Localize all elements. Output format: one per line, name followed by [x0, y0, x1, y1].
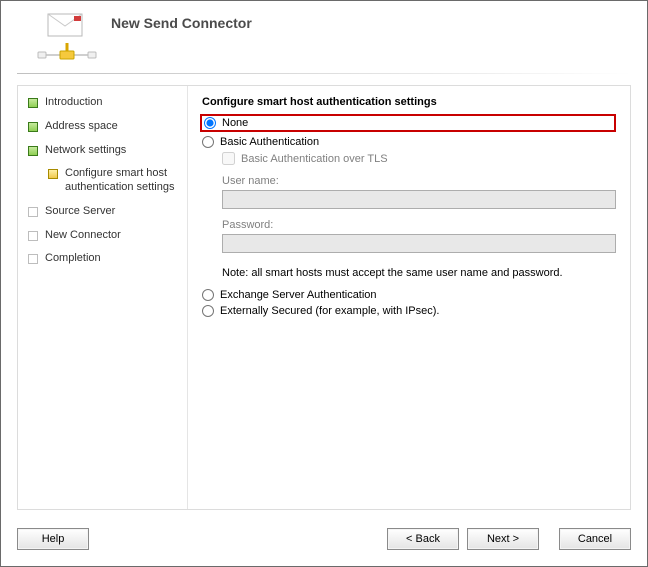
- step-smart-host-auth: Configure smart host authentication sett…: [48, 167, 179, 195]
- wizard-header: New Send Connector: [1, 1, 647, 57]
- step-label: Address space: [45, 120, 118, 134]
- step-status-icon: [28, 98, 38, 108]
- radio-exchange-input[interactable]: [202, 289, 214, 301]
- step-label: Source Server: [45, 205, 115, 219]
- checkbox-label: Basic Authentication over TLS: [241, 153, 388, 165]
- wizard-steps-sidebar: Introduction Address space Network setti…: [18, 86, 188, 509]
- network-node-icon: [32, 39, 102, 75]
- radio-label: None: [222, 117, 248, 129]
- step-address-space: Address space: [28, 120, 179, 134]
- step-label: Configure smart host authentication sett…: [65, 167, 179, 195]
- step-status-icon: [28, 254, 38, 264]
- wizard-title: New Send Connector: [111, 15, 631, 31]
- radio-label: Exchange Server Authentication: [220, 289, 377, 301]
- wizard-body: Introduction Address space Network setti…: [17, 85, 631, 510]
- mail-icon: [47, 10, 85, 38]
- radio-option-external[interactable]: Externally Secured (for example, with IP…: [202, 305, 616, 317]
- step-label: New Connector: [45, 229, 121, 243]
- radio-option-none[interactable]: None: [200, 114, 616, 132]
- wizard-main-panel: Configure smart host authentication sett…: [188, 86, 630, 509]
- step-completion: Completion: [28, 252, 179, 266]
- radio-option-basic[interactable]: Basic Authentication: [202, 136, 616, 148]
- radio-external-input[interactable]: [202, 305, 214, 317]
- checkbox-basic-tls[interactable]: Basic Authentication over TLS: [222, 152, 616, 165]
- step-status-icon: [28, 207, 38, 217]
- username-label: User name:: [222, 175, 616, 187]
- step-label: Completion: [45, 252, 101, 266]
- step-status-icon: [28, 231, 38, 241]
- step-label: Introduction: [45, 96, 102, 110]
- back-button[interactable]: < Back: [387, 528, 459, 550]
- checkbox-basic-tls-input[interactable]: [222, 152, 235, 165]
- step-source-server: Source Server: [28, 205, 179, 219]
- cancel-button[interactable]: Cancel: [559, 528, 631, 550]
- radio-label: Externally Secured (for example, with IP…: [220, 305, 439, 317]
- radio-basic-input[interactable]: [202, 136, 214, 148]
- header-divider: [17, 73, 631, 74]
- note-text: Note: all smart hosts must accept the sa…: [222, 267, 616, 279]
- page-heading: Configure smart host authentication sett…: [202, 96, 616, 108]
- radio-label: Basic Authentication: [220, 136, 319, 148]
- step-label: Network settings: [45, 144, 126, 158]
- username-input[interactable]: [222, 190, 616, 209]
- password-input[interactable]: [222, 234, 616, 253]
- step-new-connector: New Connector: [28, 229, 179, 243]
- step-status-icon: [48, 169, 58, 179]
- step-status-icon: [28, 146, 38, 156]
- step-network-settings: Network settings: [28, 144, 179, 158]
- next-button[interactable]: Next >: [467, 528, 539, 550]
- password-label: Password:: [222, 219, 616, 231]
- basic-auth-subsection: Basic Authentication over TLS User name:…: [222, 152, 616, 279]
- wizard-footer: Help < Back Next > Cancel: [17, 524, 631, 554]
- step-status-icon: [28, 122, 38, 132]
- help-button[interactable]: Help: [17, 528, 89, 550]
- radio-none-input[interactable]: [204, 117, 216, 129]
- step-introduction: Introduction: [28, 96, 179, 110]
- wizard-window: New Send Connector Introduction Address …: [0, 0, 648, 567]
- radio-option-exchange[interactable]: Exchange Server Authentication: [202, 289, 616, 301]
